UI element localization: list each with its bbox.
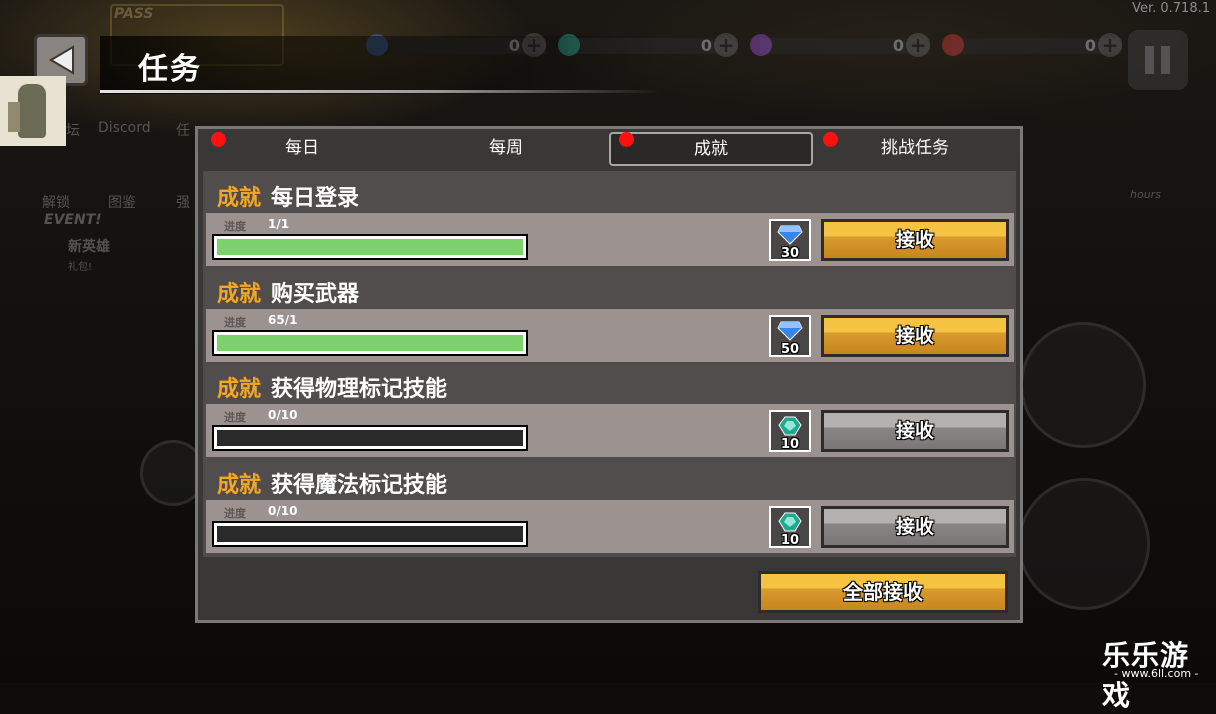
character-figure bbox=[18, 84, 46, 138]
reward-count: 10 bbox=[780, 437, 800, 452]
progress-value: 65/1 bbox=[268, 313, 298, 327]
quest-category: 成就 bbox=[217, 377, 262, 402]
task-menu-label: 任 bbox=[176, 123, 190, 139]
upgrade-menu-label: 强 bbox=[176, 195, 190, 211]
challenges-notification-dot bbox=[823, 132, 838, 147]
currency-crystal: 0 + bbox=[750, 30, 930, 62]
blue-gem-icon bbox=[777, 225, 803, 245]
progress-bar bbox=[212, 330, 528, 356]
progress-label: 进度 bbox=[224, 316, 246, 329]
purple-crystal-icon bbox=[750, 34, 772, 56]
blue-gem-icon bbox=[777, 321, 803, 341]
title-underline bbox=[100, 90, 660, 93]
reward-slot: 30 bbox=[769, 219, 811, 261]
quest-category: 成就 bbox=[217, 186, 262, 211]
progress-label: 进度 bbox=[224, 220, 246, 233]
quest-name: 获得物理标记技能 bbox=[271, 377, 448, 402]
claim-button[interactable]: 接收 bbox=[821, 315, 1009, 357]
currency-token: 0 + bbox=[942, 30, 1122, 62]
quest-category: 成就 bbox=[217, 473, 262, 498]
quest-card: 成就 获得魔法标记技能 进度 0/10 10 接收 bbox=[206, 461, 1014, 553]
new-hero-label: 新英雄 bbox=[68, 239, 110, 255]
pause-icon bbox=[1145, 46, 1154, 74]
page-title: 任务 bbox=[138, 52, 202, 87]
reward-slot: 10 bbox=[769, 410, 811, 452]
battle-pass-label: PASS bbox=[114, 6, 154, 22]
quest-name: 每日登录 bbox=[271, 186, 360, 211]
back-arrow-icon bbox=[49, 45, 74, 75]
watermark-url: - www.6ll.com - bbox=[1114, 667, 1199, 680]
quest-card: 成就 每日登录 进度 1/1 30 接收 bbox=[206, 174, 1014, 266]
progress-label: 进度 bbox=[224, 507, 246, 520]
pause-button[interactable] bbox=[1128, 30, 1188, 90]
avatar[interactable] bbox=[0, 76, 66, 146]
progress-bar bbox=[212, 425, 528, 451]
unlock-menu-label: 解锁 bbox=[42, 195, 70, 211]
daily-notification-dot bbox=[211, 132, 226, 147]
quest-category: 成就 bbox=[217, 282, 262, 307]
add-energy-button[interactable]: + bbox=[714, 33, 738, 57]
skill-button[interactable] bbox=[1020, 322, 1146, 448]
add-crystal-button[interactable]: + bbox=[906, 33, 930, 57]
reward-count: 50 bbox=[780, 342, 800, 357]
attack-button[interactable] bbox=[1018, 478, 1150, 610]
quest-name: 购买武器 bbox=[271, 282, 360, 307]
reward-count: 10 bbox=[780, 533, 800, 548]
green-orb-icon bbox=[778, 512, 802, 532]
codex-menu-label: 图鉴 bbox=[108, 195, 136, 211]
progress-label: 进度 bbox=[224, 411, 246, 424]
claim-button[interactable]: 接收 bbox=[821, 410, 1009, 452]
progress-value: 1/1 bbox=[268, 217, 290, 231]
green-orb-icon bbox=[778, 416, 802, 436]
reward-slot: 10 bbox=[769, 506, 811, 548]
quest-card: 成就 购买武器 进度 65/1 50 接收 bbox=[206, 270, 1014, 362]
claim-button[interactable]: 接收 bbox=[821, 219, 1009, 261]
progress-bar bbox=[212, 521, 528, 547]
claim-button[interactable]: 接收 bbox=[821, 506, 1009, 548]
version-label: Ver. 0.718.1 bbox=[1132, 1, 1210, 16]
progress-bar bbox=[212, 234, 528, 260]
reward-count: 30 bbox=[780, 246, 800, 261]
progress-value: 0/10 bbox=[268, 408, 298, 422]
tab-weekly[interactable]: 每周 bbox=[406, 130, 606, 164]
gift-label: 礼包! bbox=[68, 262, 93, 273]
event-label: EVENT! bbox=[44, 212, 102, 228]
tab-achievements[interactable]: 成就 bbox=[609, 132, 813, 166]
tab-daily[interactable]: 每日 bbox=[202, 130, 402, 164]
achievements-notification-dot bbox=[619, 132, 634, 147]
tab-challenges[interactable]: 挑战任务 bbox=[815, 130, 1015, 164]
reward-slot: 50 bbox=[769, 315, 811, 357]
quest-name: 获得魔法标记技能 bbox=[271, 473, 448, 498]
discord-menu-label: Discord bbox=[98, 120, 151, 136]
hours-label: hours bbox=[1130, 188, 1161, 201]
forum-menu-label: 坛 bbox=[66, 123, 80, 139]
progress-value: 0/10 bbox=[268, 504, 298, 518]
quest-card: 成就 获得物理标记技能 进度 0/10 10 接收 bbox=[206, 365, 1014, 457]
claim-all-button[interactable]: 全部接收 bbox=[758, 571, 1008, 613]
red-token-icon bbox=[942, 34, 964, 56]
add-token-button[interactable]: + bbox=[1098, 33, 1122, 57]
